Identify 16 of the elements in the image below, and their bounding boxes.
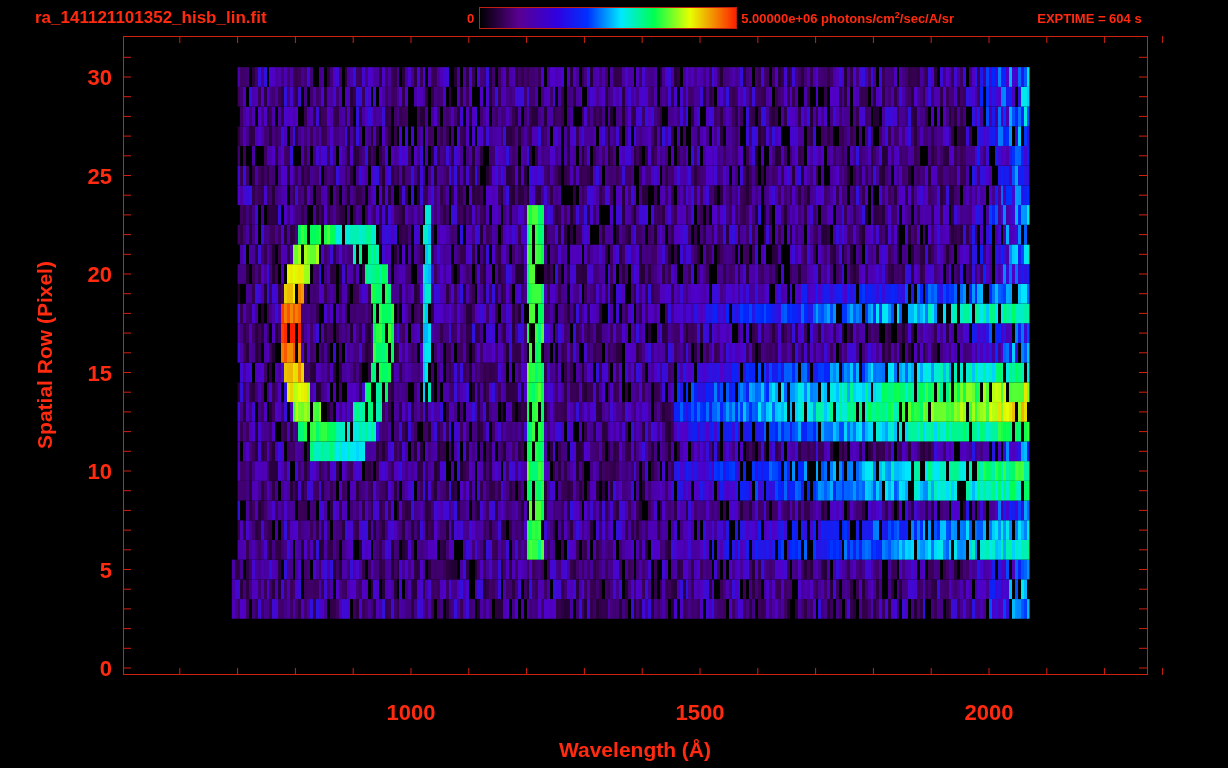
- colorbar-max-label: 5.00000e+06 photons/cm$^{2}$/sec/A/sr: [741, 9, 955, 27]
- colorbar-min-label: 0: [467, 10, 475, 26]
- y-tick-label: 20: [87, 262, 112, 287]
- y-tick-label: 30: [87, 65, 112, 90]
- x-tick-label: 1000: [386, 700, 436, 725]
- y-axis-label: Spatial Row (Pixel): [33, 261, 56, 449]
- file-title: ra_141121101352_hisb_lin.fit: [35, 8, 268, 28]
- y-tick-label: 10: [87, 459, 112, 484]
- exposure-time: EXPTIME = 604 s: [1037, 10, 1142, 26]
- x-tick-label: 2000: [964, 700, 1014, 725]
- y-tick-label: 5: [99, 557, 112, 583]
- x-axis-label: Wavelength (Å): [558, 738, 712, 761]
- x-tick-label: 1500: [675, 700, 725, 725]
- y-tick-label: 15: [87, 360, 112, 386]
- y-tick-label: 0: [99, 656, 112, 681]
- y-tick-label: 25: [87, 163, 112, 189]
